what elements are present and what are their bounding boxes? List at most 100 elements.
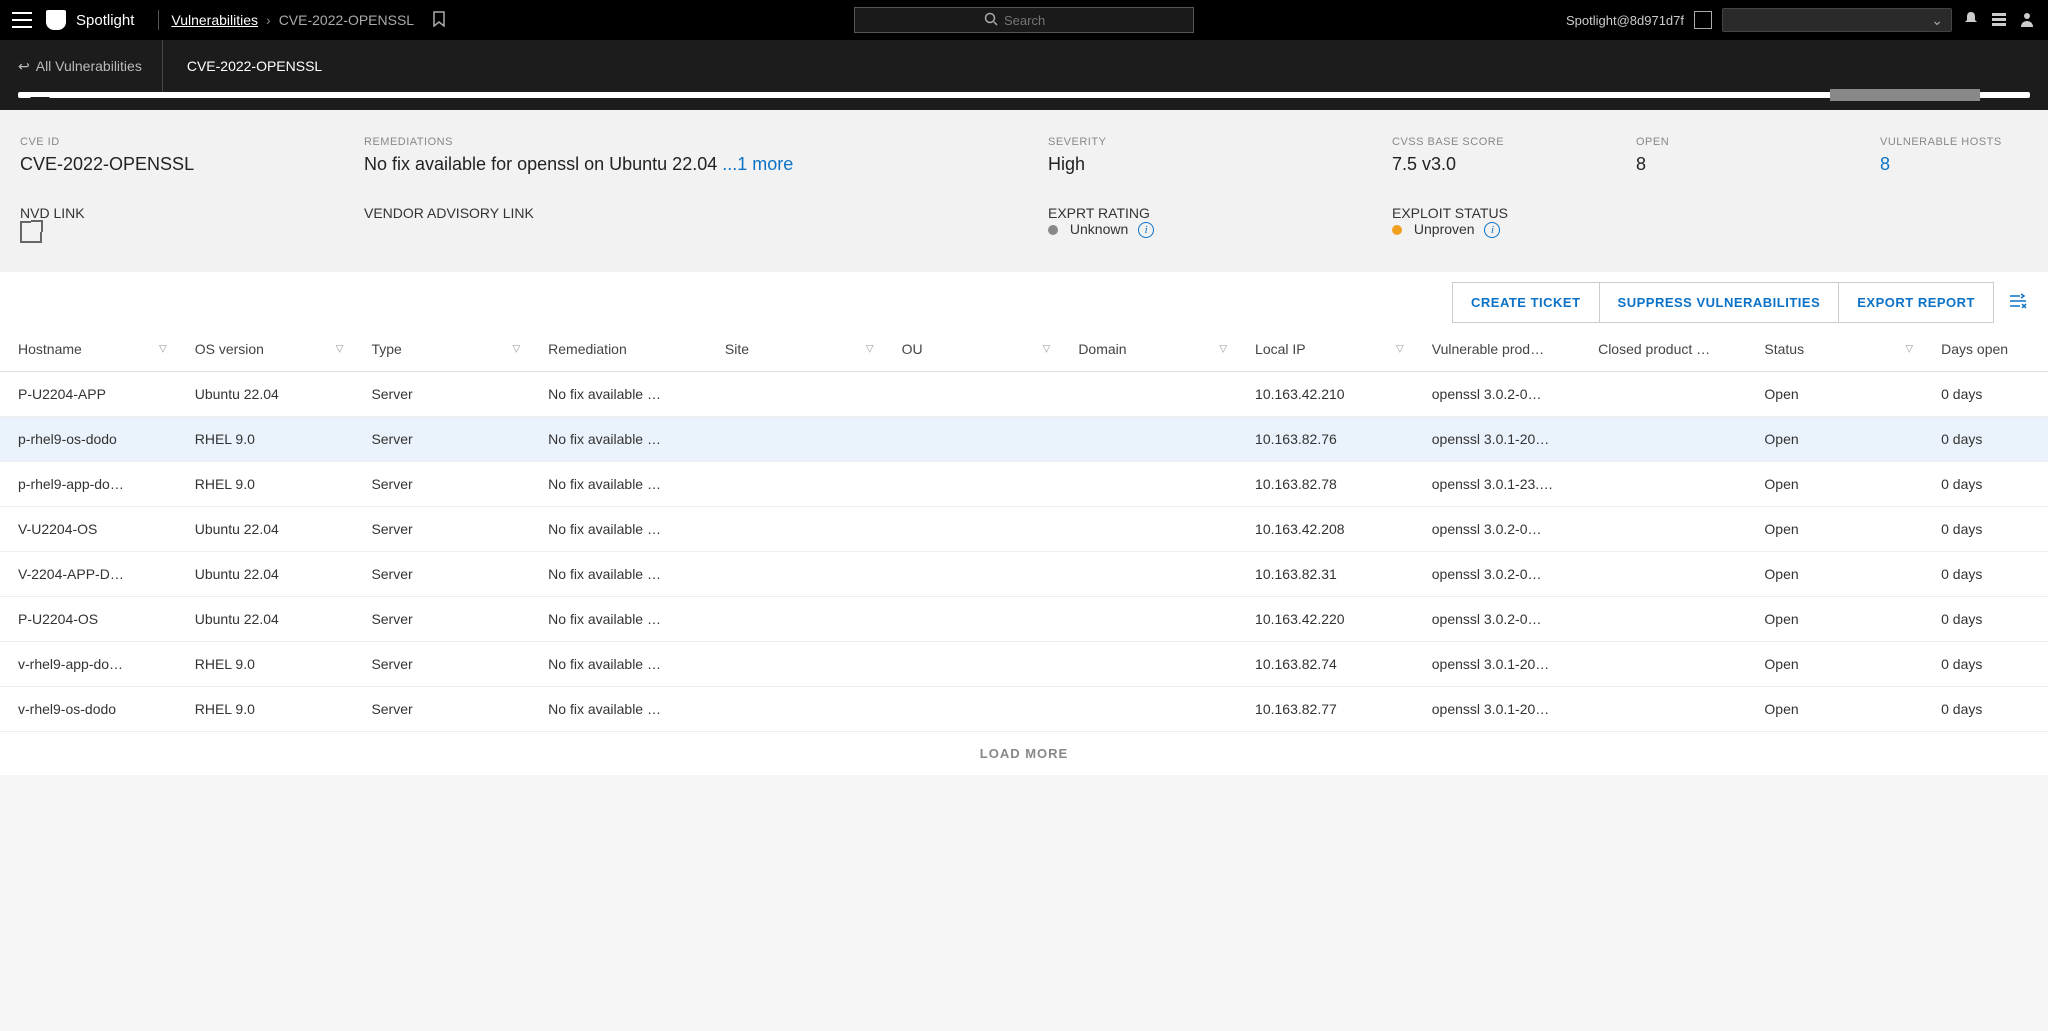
search-input[interactable] [1004, 13, 1064, 28]
col-closed-product[interactable]: Closed product … [1580, 327, 1746, 372]
table-row[interactable]: P-U2204-APPUbuntu 22.04ServerNo fix avai… [0, 372, 2048, 417]
field-cve-id: CVE ID CVE-2022-OPENSSL [20, 136, 360, 175]
timeline-slider[interactable] [0, 92, 2048, 110]
col-site[interactable]: Site▽ [707, 327, 884, 372]
cell-status: Open [1746, 552, 1923, 597]
search-icon [984, 12, 998, 29]
search-box[interactable] [854, 7, 1194, 33]
cell-local-ip: 10.163.82.74 [1237, 642, 1414, 687]
col-days-open[interactable]: Days open [1923, 327, 2048, 372]
info-icon[interactable]: i [1484, 222, 1500, 238]
cell-ou [884, 417, 1061, 462]
field-vendor-advisory: VENDOR ADVISORY LINK [364, 205, 1044, 246]
cell-os: Ubuntu 22.04 [177, 372, 354, 417]
cell-type: Server [353, 642, 530, 687]
remediations-more-link[interactable]: ...1 more [722, 154, 793, 174]
table-row[interactable]: V-U2204-OSUbuntu 22.04ServerNo fix avail… [0, 507, 2048, 552]
hamburger-menu-icon[interactable] [12, 12, 32, 28]
back-all-vulnerabilities[interactable]: ↩ All Vulnerabilities [18, 40, 163, 92]
nvd-label: NVD LINK [20, 205, 360, 221]
column-settings-icon[interactable] [2008, 292, 2028, 314]
account-selector[interactable]: ⌄ [1722, 8, 1952, 32]
app-logo-icon[interactable] [46, 10, 66, 30]
breadcrumb-separator-icon: › [266, 12, 271, 28]
cell-closed-product [1580, 462, 1746, 507]
cve-id-value: CVE-2022-OPENSSL [20, 154, 360, 175]
cell-domain [1060, 597, 1237, 642]
export-report-button[interactable]: EXPORT REPORT [1839, 282, 1994, 323]
col-ou[interactable]: OU▽ [884, 327, 1061, 372]
details-panel-2: NVD LINK VENDOR ADVISORY LINK EXPRT RATI… [0, 197, 2048, 272]
cell-closed-product [1580, 507, 1746, 552]
topbar-right: Spotlight@8d971d7f ⌄ [1566, 8, 2036, 32]
bookmark-icon[interactable] [432, 11, 446, 30]
table-row[interactable]: v-rhel9-app-do…RHEL 9.0ServerNo fix avai… [0, 642, 2048, 687]
cell-days-open: 0 days [1923, 507, 2048, 552]
cell-vuln-product: openssl 3.0.1-23.… [1414, 462, 1580, 507]
cell-ou [884, 507, 1061, 552]
open-label: OPEN [1636, 136, 1876, 148]
table-row[interactable]: P-U2204-OSUbuntu 22.04ServerNo fix avail… [0, 597, 2048, 642]
cell-domain [1060, 687, 1237, 732]
cell-closed-product [1580, 552, 1746, 597]
cell-os: RHEL 9.0 [177, 462, 354, 507]
create-ticket-button[interactable]: CREATE TICKET [1452, 282, 1600, 323]
cell-os: RHEL 9.0 [177, 417, 354, 462]
load-more-button[interactable]: LOAD MORE [0, 732, 2048, 775]
severity-value: High [1048, 154, 1388, 175]
vuln-hosts-value[interactable]: 8 [1880, 154, 2048, 175]
field-open: OPEN 8 [1636, 136, 1876, 175]
cell-vuln-product: openssl 3.0.1-20… [1414, 687, 1580, 732]
filter-icon[interactable]: ▽ [1905, 344, 1913, 355]
cell-hostname: v-rhel9-app-do… [0, 642, 177, 687]
filter-icon[interactable]: ▽ [1219, 344, 1227, 355]
bell-icon[interactable] [1962, 10, 1980, 31]
cell-type: Server [353, 462, 530, 507]
filter-icon[interactable]: ▽ [159, 344, 167, 355]
cell-os: RHEL 9.0 [177, 642, 354, 687]
suppress-vulnerabilities-button[interactable]: SUPPRESS VULNERABILITIES [1600, 282, 1840, 323]
filter-icon[interactable]: ▽ [1043, 344, 1051, 355]
cell-os: Ubuntu 22.04 [177, 597, 354, 642]
col-domain[interactable]: Domain▽ [1060, 327, 1237, 372]
cell-vuln-product: openssl 3.0.2-0… [1414, 552, 1580, 597]
tab-cve[interactable]: CVE-2022-OPENSSL [163, 40, 346, 92]
severity-label: SEVERITY [1048, 136, 1388, 148]
table-row[interactable]: p-rhel9-os-dodoRHEL 9.0ServerNo fix avai… [0, 417, 2048, 462]
filter-icon[interactable]: ▽ [1396, 344, 1404, 355]
table-header-row: Hostname▽ OS version▽ Type▽ Remediation … [0, 327, 2048, 372]
cell-vuln-product: openssl 3.0.2-0… [1414, 372, 1580, 417]
cell-ou [884, 597, 1061, 642]
filter-icon[interactable]: ▽ [866, 344, 874, 355]
col-status[interactable]: Status▽ [1746, 327, 1923, 372]
window-icon[interactable] [1694, 11, 1712, 29]
filter-icon[interactable]: ▽ [512, 344, 520, 355]
cell-domain [1060, 417, 1237, 462]
table-row[interactable]: V-2204-APP-D…Ubuntu 22.04ServerNo fix av… [0, 552, 2048, 597]
cell-domain [1060, 552, 1237, 597]
col-type[interactable]: Type▽ [353, 327, 530, 372]
topbar: Spotlight Vulnerabilities › CVE-2022-OPE… [0, 0, 2048, 40]
table-row[interactable]: p-rhel9-app-do…RHEL 9.0ServerNo fix avai… [0, 462, 2048, 507]
col-hostname[interactable]: Hostname▽ [0, 327, 177, 372]
cell-remediation: No fix available … [530, 687, 707, 732]
status-dot-gray-icon [1048, 225, 1058, 235]
field-exploit-status: EXPLOIT STATUS Unproven i [1392, 205, 2028, 246]
col-local-ip[interactable]: Local IP▽ [1237, 327, 1414, 372]
col-os[interactable]: OS version▽ [177, 327, 354, 372]
col-vuln-product[interactable]: Vulnerable prod… [1414, 327, 1580, 372]
user-icon[interactable] [2018, 10, 2036, 31]
info-icon[interactable]: i [1138, 222, 1154, 238]
filter-icon[interactable]: ▽ [336, 344, 344, 355]
remediations-label: REMEDIATIONS [364, 136, 1044, 148]
app-name: Spotlight [76, 12, 134, 29]
breadcrumb-root-link[interactable]: Vulnerabilities [171, 12, 258, 28]
cell-site [707, 687, 884, 732]
col-remediation[interactable]: Remediation [530, 327, 707, 372]
stack-icon[interactable] [1990, 10, 2008, 31]
table-row[interactable]: v-rhel9-os-dodoRHEL 9.0ServerNo fix avai… [0, 687, 2048, 732]
external-link-icon[interactable] [20, 221, 42, 243]
divider [158, 10, 159, 30]
cell-vuln-product: openssl 3.0.2-0… [1414, 597, 1580, 642]
search-container [854, 7, 1194, 33]
